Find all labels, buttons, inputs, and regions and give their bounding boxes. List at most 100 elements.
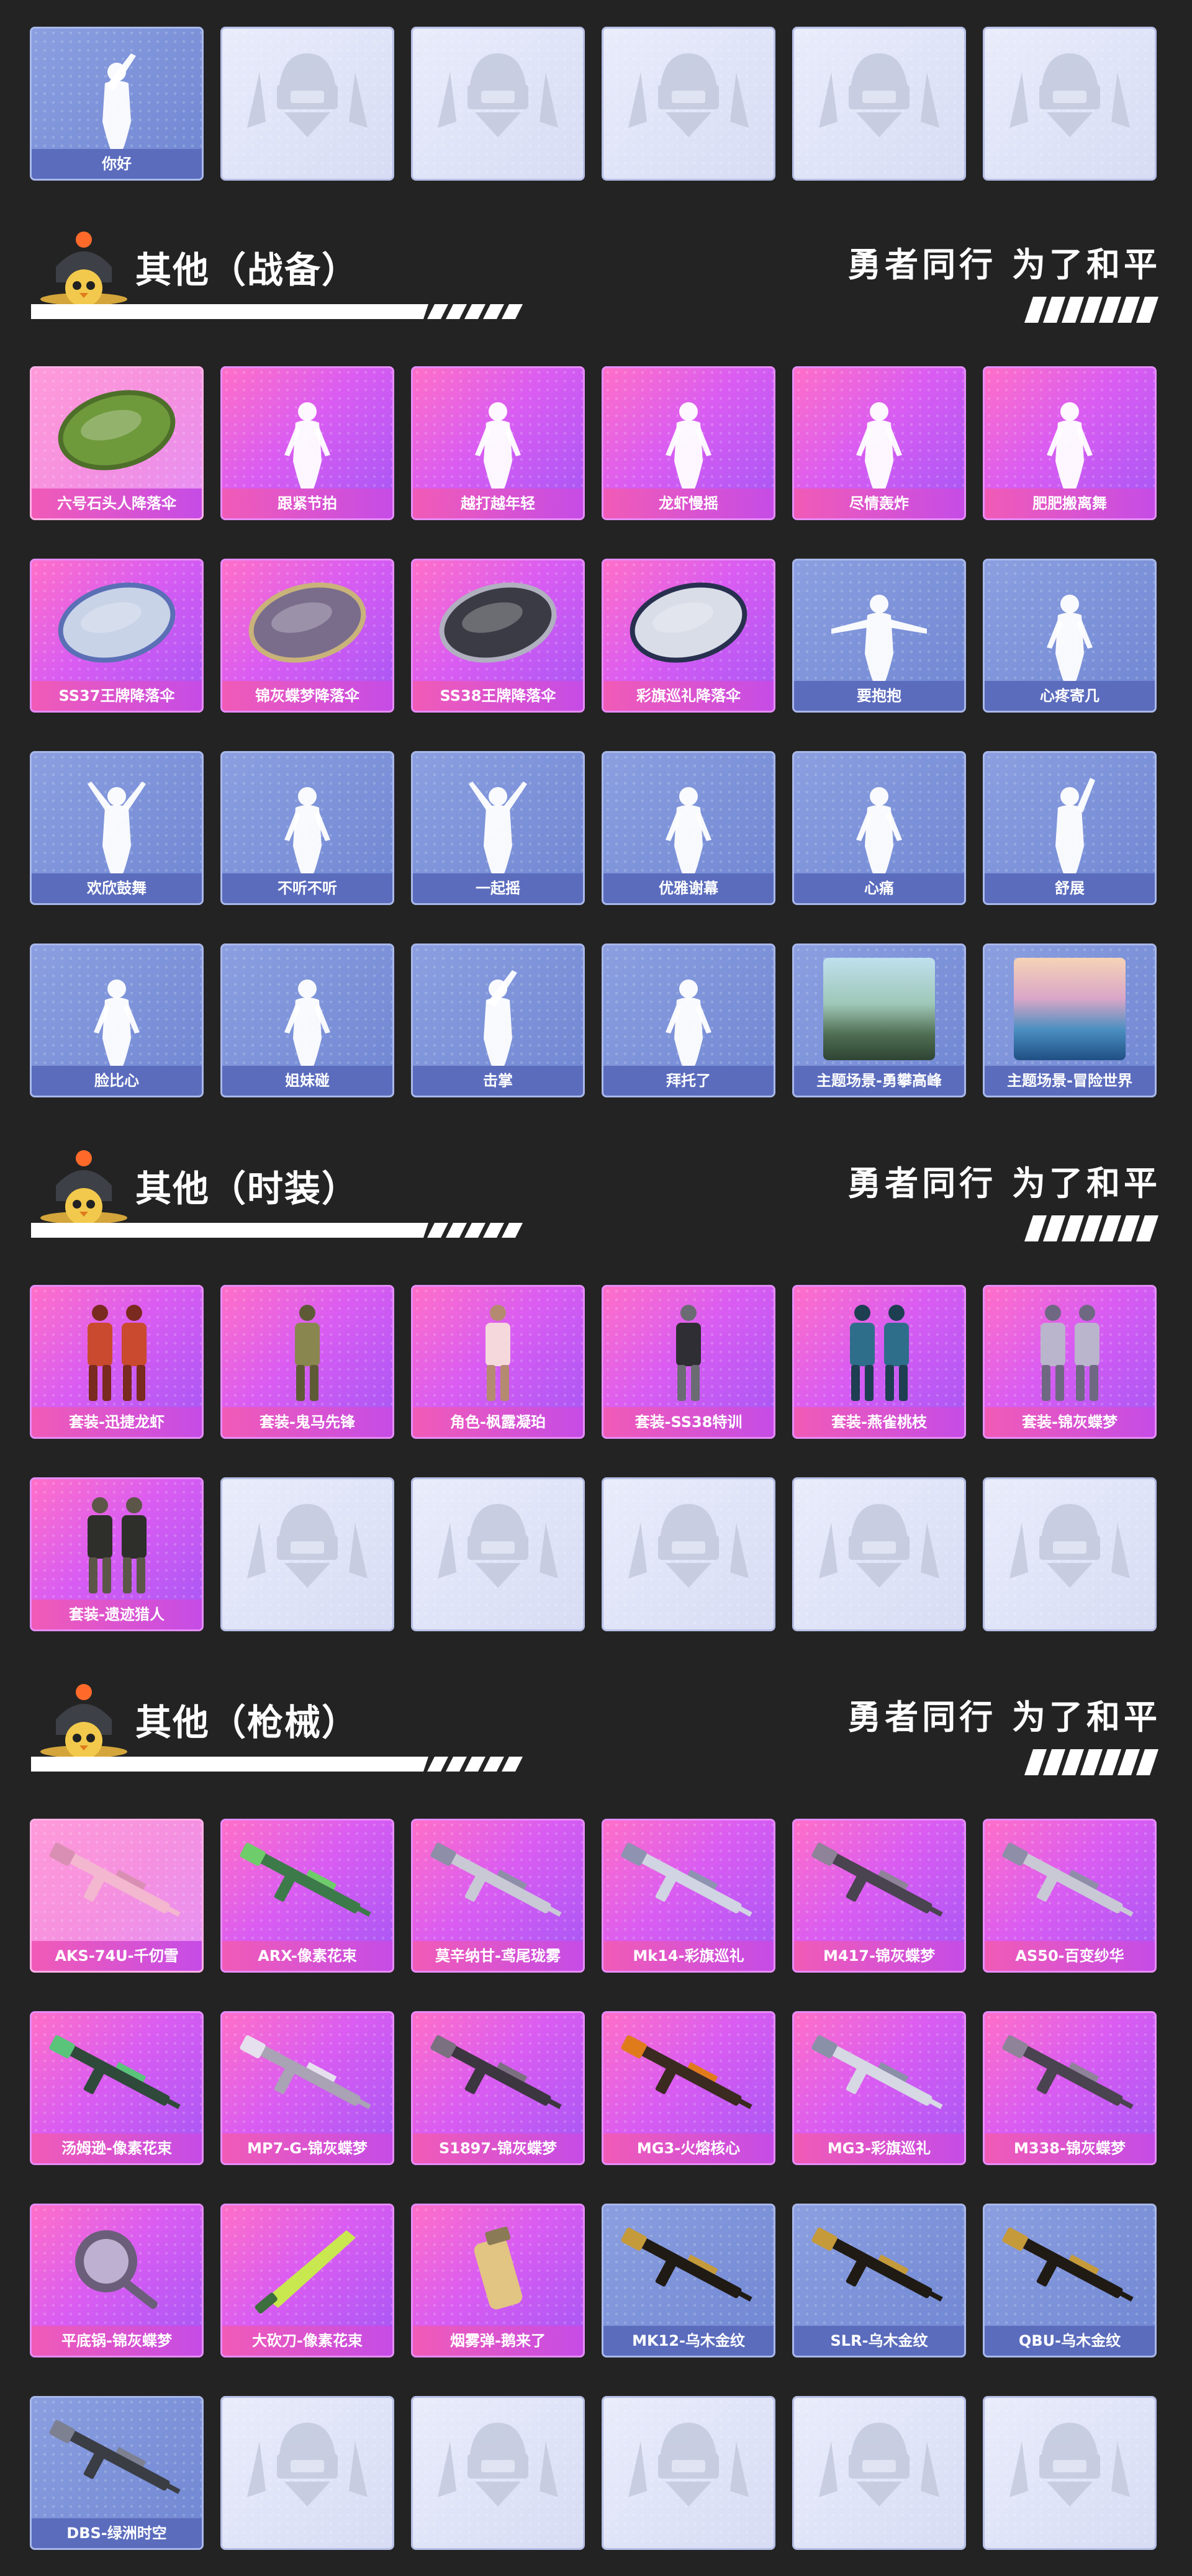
card-label: 心痛 xyxy=(794,873,964,903)
card-label: ARX-像素花束 xyxy=(222,1941,392,1971)
stretch-emote-art xyxy=(1055,778,1095,875)
reward-card[interactable]: 套装-锦灰蝶梦 xyxy=(983,1285,1157,1439)
reward-card[interactable]: 莫辛纳甘-鸢尾珑雾 xyxy=(411,1819,585,1973)
reward-card[interactable]: 锦灰蝶梦降落伞 xyxy=(220,559,394,713)
sniper-silver-art xyxy=(430,1842,562,1917)
card-label: 主题场景-勇攀高峰 xyxy=(794,1066,964,1096)
reward-card[interactable]: SS37王牌降落伞 xyxy=(30,559,204,713)
section-header: 其他（时装） 勇者同行 为了和平 xyxy=(0,1142,1192,1241)
sway-emote-art xyxy=(469,781,527,875)
empty-slot xyxy=(792,27,966,181)
reward-card[interactable]: MK12-乌木金纹 xyxy=(602,2204,775,2358)
reward-card[interactable]: 套装-迅捷龙虾 xyxy=(30,1285,204,1439)
reward-card[interactable]: MG3-彩旗巡礼 xyxy=(792,2011,966,2165)
reward-card[interactable]: AKS-74U-千仞雪 xyxy=(30,1819,204,1973)
reward-card[interactable]: 要抱抱 xyxy=(792,559,966,713)
dance-emote-art xyxy=(666,402,711,490)
slogan-stripes xyxy=(1024,1215,1158,1241)
empty-slot xyxy=(411,1477,585,1631)
please-emote-art xyxy=(666,980,711,1067)
reward-card[interactable]: 套装-燕雀桃枝 xyxy=(792,1285,966,1439)
reward-card[interactable]: Mk14-彩旗巡礼 xyxy=(602,1819,775,1973)
empty-badge-icon xyxy=(438,1504,558,1588)
reward-card[interactable]: 脸比心 xyxy=(30,943,204,1097)
rifle-dark-art xyxy=(811,1842,943,1917)
reward-card[interactable]: 你好 xyxy=(30,27,204,181)
reward-card[interactable]: 套装-鬼马先锋 xyxy=(220,1285,394,1439)
bow-emote-art xyxy=(666,787,711,875)
reward-card[interactable]: 烟雾弹-鹅来了 xyxy=(411,2204,585,2358)
reward-card[interactable]: 主题场景-勇攀高峰 xyxy=(792,943,966,1097)
reward-card[interactable]: 尽情轰炸 xyxy=(792,366,966,520)
reward-card[interactable]: ARX-像素花束 xyxy=(220,1819,394,1973)
card-label: 舒展 xyxy=(985,873,1155,903)
reward-card[interactable]: S1897-锦灰蝶梦 xyxy=(411,2011,585,2165)
outfit-pair-dark-art xyxy=(88,1497,147,1593)
section-title: 其他（时装） xyxy=(135,1168,359,1210)
section-slogan: 勇者同行 为了和平 xyxy=(847,1164,1161,1203)
mg-silver-art xyxy=(811,2035,943,2109)
reward-card[interactable]: 角色-枫露凝珀 xyxy=(411,1285,585,1439)
reward-card[interactable]: 套装-遗迹猎人 xyxy=(30,1477,204,1631)
empty-badge-icon xyxy=(438,2423,558,2506)
reward-card[interactable]: 肥肥搬离舞 xyxy=(983,366,1157,520)
reward-card[interactable]: 优雅谢幕 xyxy=(602,751,775,905)
reward-card[interactable]: 一起摇 xyxy=(411,751,585,905)
empty-slot xyxy=(792,2396,966,2550)
card-label: 龙虾慢摇 xyxy=(603,489,774,518)
reward-card[interactable]: 越打越年轻 xyxy=(411,366,585,520)
card-label: 彩旗巡礼降落伞 xyxy=(603,681,774,711)
scene-sea-image xyxy=(1014,958,1126,1060)
reward-card[interactable]: 欢欣鼓舞 xyxy=(30,751,204,905)
reward-card[interactable]: 平底锅-锦灰蝶梦 xyxy=(30,2204,204,2358)
reward-card[interactable]: SS38王牌降落伞 xyxy=(411,559,585,713)
slogan-stripes xyxy=(1024,1749,1158,1775)
reward-card[interactable]: M338-锦灰蝶梦 xyxy=(983,2011,1157,2165)
rifle-pink-art xyxy=(49,1842,181,1917)
reward-card[interactable]: 击掌 xyxy=(411,943,585,1097)
reward-card[interactable]: 舒展 xyxy=(983,751,1157,905)
card-label: S1897-锦灰蝶梦 xyxy=(413,2133,583,2163)
empty-badge-icon xyxy=(819,53,939,137)
heartache-emote-art xyxy=(856,787,902,875)
reward-card[interactable]: 心疼寄几 xyxy=(983,559,1157,713)
dance-emote-art xyxy=(1047,402,1093,490)
empty-badge-icon xyxy=(819,2423,939,2506)
reward-card[interactable]: 跟紧节拍 xyxy=(220,366,394,520)
section-slogan: 勇者同行 为了和平 xyxy=(847,245,1161,284)
reward-card[interactable]: 心痛 xyxy=(792,751,966,905)
reward-card[interactable]: M417-锦灰蝶梦 xyxy=(792,1819,966,1973)
card-label: AKS-74U-千仞雪 xyxy=(32,1941,202,1971)
reward-card[interactable]: QBU-乌木金纹 xyxy=(983,2204,1157,2358)
reward-card[interactable]: 六号石头人降落伞 xyxy=(30,366,204,520)
reward-card[interactable]: 拜托了 xyxy=(602,943,775,1097)
reward-card[interactable]: SLR-乌木金纹 xyxy=(792,2204,966,2358)
face-heart-emote-art xyxy=(94,980,140,1067)
reward-card[interactable]: 大砍刀-像素花束 xyxy=(220,2204,394,2358)
reward-card[interactable]: 龙虾慢摇 xyxy=(602,366,775,520)
reward-card[interactable]: 不听不听 xyxy=(220,751,394,905)
card-label: 套装-遗迹猎人 xyxy=(32,1600,202,1629)
scene-mountain-image xyxy=(823,958,935,1060)
reward-card[interactable]: 主题场景-冒险世界 xyxy=(983,943,1157,1097)
reward-card[interactable]: 汤姆逊-像素花束 xyxy=(30,2011,204,2165)
card-label: 角色-枫露凝珀 xyxy=(413,1407,583,1437)
reward-card[interactable]: 姐妹碰 xyxy=(220,943,394,1097)
section-header: 其他（枪械） 勇者同行 为了和平 xyxy=(0,1676,1192,1775)
empty-badge-icon xyxy=(819,1504,939,1588)
reward-card[interactable]: MP7-G-锦灰蝶梦 xyxy=(220,2011,394,2165)
reward-card[interactable]: DBS-绿洲时空 xyxy=(30,2396,204,2550)
empty-badge-icon xyxy=(247,1504,368,1588)
section-header: 其他（战备） 勇者同行 为了和平 xyxy=(0,223,1192,323)
card-label: 要抱抱 xyxy=(794,681,964,711)
reward-card[interactable]: AS50-百变纱华 xyxy=(983,1819,1157,1973)
card-label: 主题场景-冒险世界 xyxy=(985,1066,1155,1096)
card-label: 你好 xyxy=(32,149,202,179)
parachute-butterfly-art xyxy=(248,582,366,663)
card-label: AS50-百变纱华 xyxy=(985,1941,1155,1971)
outfit-pair-silver-art xyxy=(1041,1305,1099,1401)
reward-card[interactable]: 套装-SS38特训 xyxy=(602,1285,775,1439)
reward-card[interactable]: MG3-火熔核心 xyxy=(602,2011,775,2165)
reward-card[interactable]: 彩旗巡礼降落伞 xyxy=(602,559,775,713)
card-label: 一起摇 xyxy=(413,873,583,903)
